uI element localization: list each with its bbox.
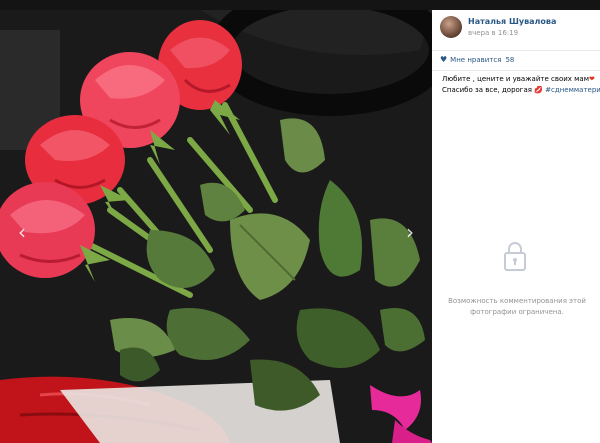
hashtag-link[interactable]: #сднемматери (545, 86, 600, 94)
post-caption: Любите , цените и уважайте своих мам❤ Сп… (442, 74, 600, 96)
likes-label: Мне нравится (450, 56, 502, 64)
photo-sidebar: Наталья Шувалова вчера в 16:19 ♥ Мне нрав… (432, 10, 600, 443)
divider (432, 70, 600, 71)
previous-photo-button[interactable]: ‹ (10, 220, 34, 244)
like-button[interactable]: ♥ Мне нравится 58 (440, 55, 514, 67)
author-name-link[interactable]: Наталья Шувалова (468, 17, 556, 26)
heart-icon: ♥ (440, 55, 448, 64)
caption-line-2: Спасибо за все, дорогая (442, 86, 532, 94)
post-time[interactable]: вчера в 16:19 (468, 29, 518, 37)
comments-locked-message: Возможность комментирования этой фотогра… (448, 297, 586, 316)
kiss-emoji: 💋 (534, 86, 543, 94)
divider (432, 50, 600, 51)
comments-locked: Возможность комментирования этой фотогра… (432, 240, 600, 330)
avatar[interactable] (440, 16, 462, 38)
caption-line-1: Любите , цените и уважайте своих мам (442, 75, 589, 83)
photo[interactable]: ‹ › (0, 10, 432, 443)
photo-viewer: ‹ › Наталья Шувалова вчера в 16:19 ♥ Мне … (0, 0, 600, 443)
likes-count: 58 (505, 56, 515, 64)
lock-icon (504, 242, 526, 271)
next-photo-button[interactable]: › (398, 220, 422, 244)
roses-photo-image (0, 10, 432, 443)
red-heart-emoji: ❤ (589, 75, 595, 83)
post-author: Наталья Шувалова вчера в 16:19 (440, 16, 600, 46)
